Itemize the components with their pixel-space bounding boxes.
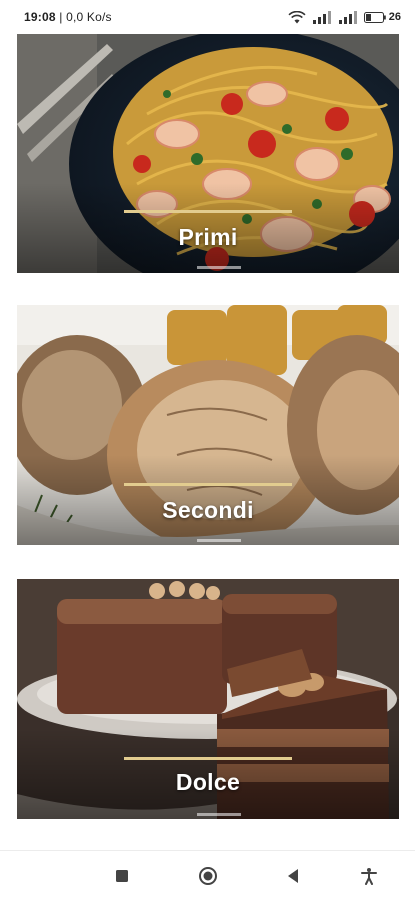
battery-level: 26 [388,11,401,23]
status-bar: 19:08 | 0,0 Ko/s 26 [0,0,415,34]
category-title-secondi: Secondi [162,497,254,523]
category-title-dolce: Dolce [175,769,241,795]
back-button[interactable] [281,864,305,888]
title-accent-line [124,757,292,760]
category-title-primi: Primi [178,224,238,250]
category-card-dolce[interactable]: Dolce [17,579,399,819]
battery-icon [363,11,386,23]
wifi-icon [288,10,306,23]
status-left: 19:08 | 0,0 Ko/s [24,10,112,24]
accessibility-icon [361,868,377,885]
subtitle-stub [197,813,241,816]
subtitle-stub [197,539,241,542]
battery-indicator: 26 [363,11,401,23]
status-icons: 26 [288,10,401,24]
recent-apps-button[interactable] [110,864,134,888]
signal-icon-sim1 [312,10,331,24]
subtitle-stub [197,266,241,269]
home-circle-icon [199,867,217,885]
square-icon [116,870,128,882]
category-card-primi[interactable]: Primi [17,34,399,273]
signal-icon-sim2 [338,10,357,24]
accessibility-button[interactable] [357,864,381,888]
title-accent-line [124,210,292,213]
app-screen: 19:08 | 0,0 Ko/s 26 Primi Secondi Dolce [0,0,415,900]
category-card-secondi[interactable]: Secondi [17,305,399,545]
home-button[interactable] [196,864,220,888]
status-time: 19:08 [24,10,56,24]
title-accent-line [124,483,292,486]
network-speed: 0,0 Ko/s [66,10,112,24]
system-navigation-bar [0,850,415,900]
back-triangle-icon [288,869,298,883]
